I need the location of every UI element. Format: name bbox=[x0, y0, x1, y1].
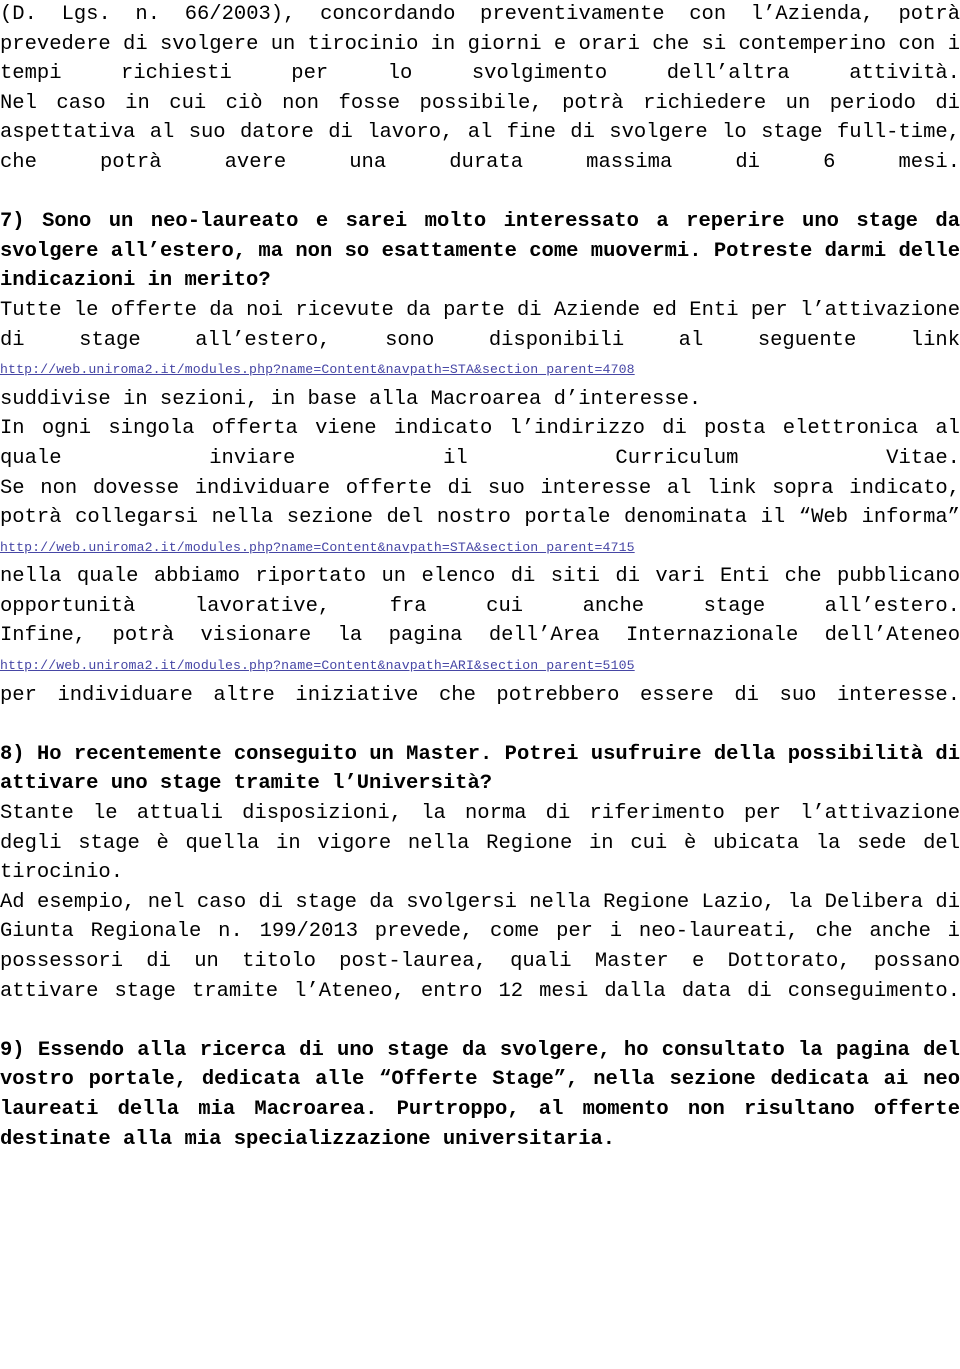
document-page: (D. Lgs. n. 66/2003), concordando preven… bbox=[0, 0, 960, 1369]
question-8-answer-part-1: Stante le attuali disposizioni, la norma… bbox=[0, 802, 960, 885]
question-9-heading: 9) Essendo alla ricerca di uno stage da … bbox=[0, 1038, 960, 1151]
question-7-answer-part-7: per individuare altre iniziative che pot… bbox=[0, 683, 960, 707]
question-7-answer-part-3: In ogni singola offerta viene indicato l… bbox=[0, 417, 960, 470]
link-area-internazionale[interactable]: http://web.uniroma2.it/modules.php?name=… bbox=[0, 651, 960, 681]
paragraph-continuation-1: (D. Lgs. n. 66/2003), concordando preven… bbox=[0, 3, 960, 86]
question-7-heading: 7) Sono un neo-laureato e sarei molto in… bbox=[0, 210, 960, 293]
question-8-heading: 8) Ho recentemente conseguito un Master.… bbox=[0, 742, 960, 796]
question-7-answer-part-5: nella quale abbiamo riportato un elenco … bbox=[0, 565, 960, 618]
link-web-informa[interactable]: http://web.uniroma2.it/modules.php?name=… bbox=[0, 533, 960, 563]
question-7-answer-part-2: suddivise in sezioni, in base alla Macro… bbox=[0, 387, 702, 411]
question-8-answer-part-2: Ad esempio, nel caso di stage da svolger… bbox=[0, 890, 960, 1003]
question-7-answer-part-4: Se non dovesse individuare offerte di su… bbox=[0, 476, 960, 530]
paragraph-continuation-2: Nel caso in cui ciò non fosse possibile,… bbox=[0, 91, 960, 174]
question-7-answer-part-1: Tutte le offerte da noi ricevute da part… bbox=[0, 298, 960, 352]
link-offerte-stage-estero[interactable]: http://web.uniroma2.it/modules.php?name=… bbox=[0, 355, 960, 385]
question-7-answer-part-6: Infine, potrà visionare la pagina dell’A… bbox=[0, 624, 960, 648]
